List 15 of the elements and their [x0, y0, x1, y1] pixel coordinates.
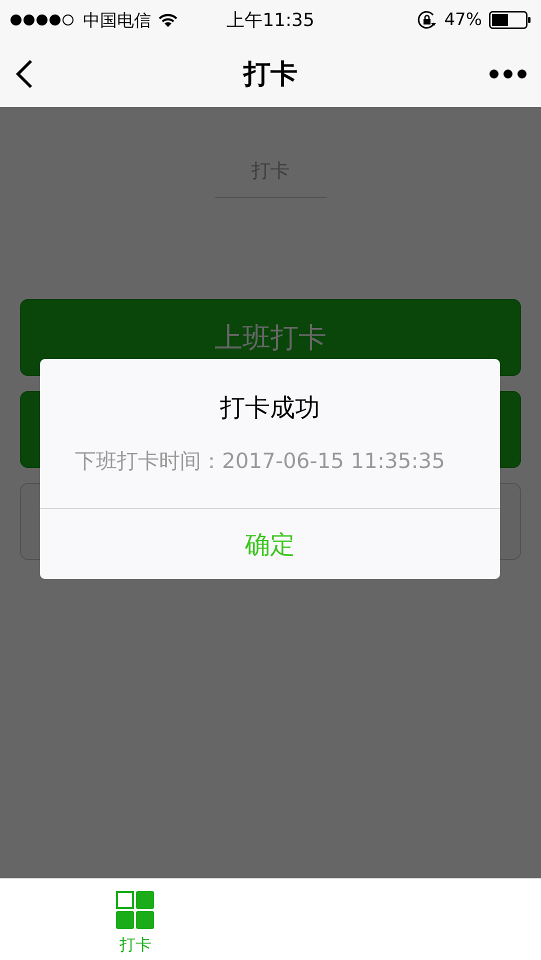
- confirm-button[interactable]: 确定: [40, 508, 500, 579]
- signal-icon: [10, 14, 76, 26]
- battery-icon: [489, 11, 531, 29]
- rotation-lock-icon: [417, 10, 438, 30]
- dialog-title: 打卡成功: [219, 392, 321, 424]
- tab[interactable]: 打卡: [0, 879, 270, 960]
- dialog-message: 下班打卡时间：2017-06-15 11:35:35: [74, 448, 446, 475]
- battery-percent: 47%: [444, 10, 482, 30]
- wifi-icon: [158, 12, 178, 28]
- carrier-name: 中国电信: [83, 10, 151, 32]
- grid-icon: [116, 891, 154, 929]
- status-time: 上午11:35: [226, 9, 314, 32]
- more-button[interactable]: [489, 68, 527, 78]
- page-title: 打卡: [244, 58, 298, 92]
- back-button[interactable]: [14, 58, 34, 90]
